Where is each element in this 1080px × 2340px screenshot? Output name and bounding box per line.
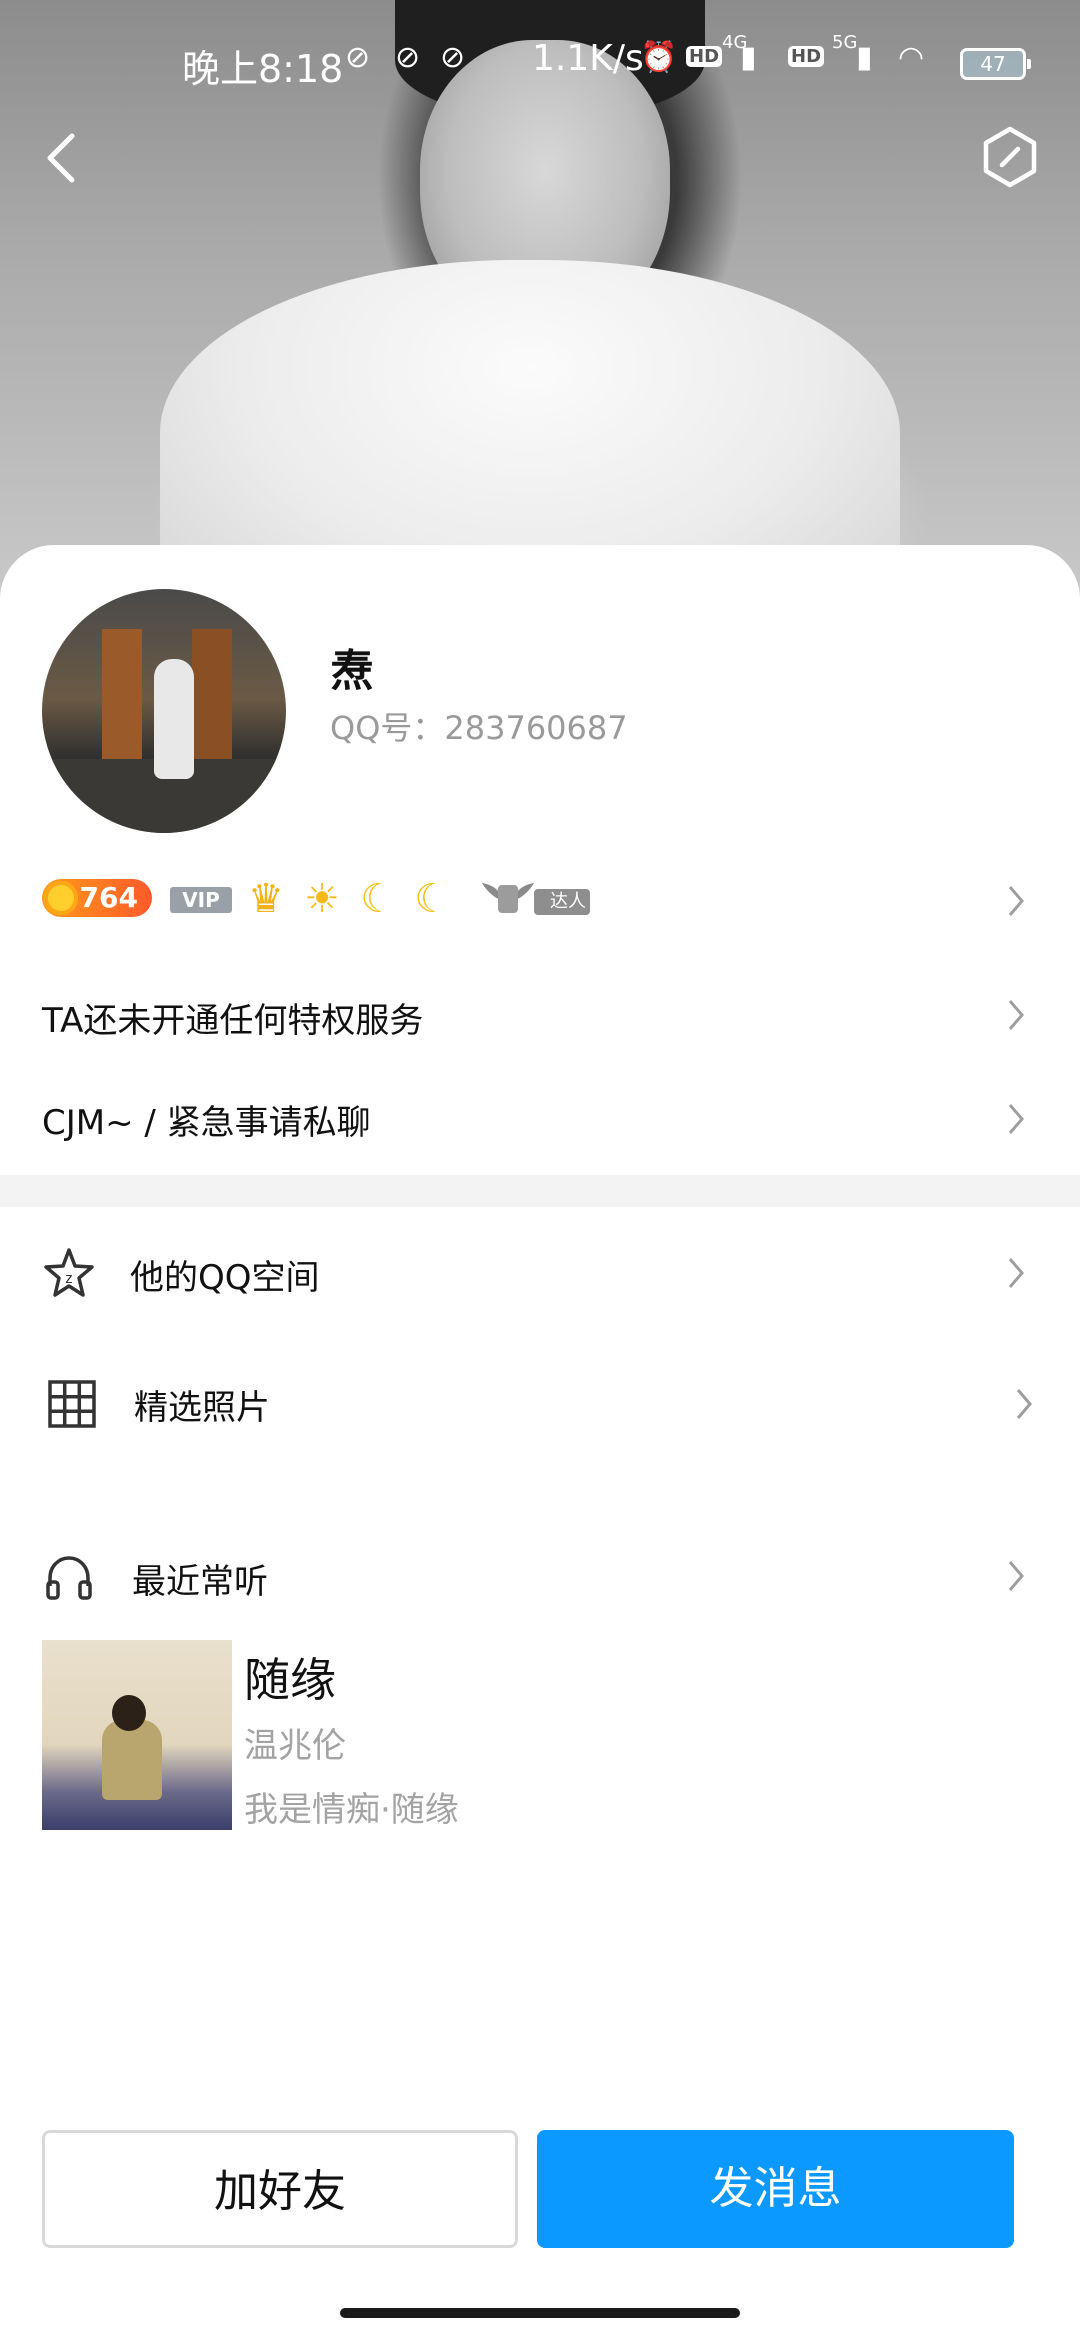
star-icon: z <box>44 1248 94 1297</box>
album-cover[interactable] <box>42 1640 232 1830</box>
wifi-icon: ◠ <box>898 40 925 75</box>
crown-icon: ♛ <box>248 876 284 922</box>
status-time: 晚上8:18 <box>182 47 344 91</box>
level-badge: 764 <box>42 879 152 917</box>
grid-icon <box>48 1380 96 1428</box>
vip-badge: VIP <box>170 887 232 913</box>
qzone-row[interactable]: 他的QQ空间 <box>130 1250 320 1299</box>
headphones-icon <box>46 1556 92 1600</box>
song-artist: 温兆伦 <box>244 1726 346 1766</box>
moon-icon: ☾ <box>414 876 450 922</box>
wing-badge-icon <box>482 883 534 913</box>
hexagon-settings-icon[interactable] <box>980 125 1040 189</box>
send-message-button[interactable]: 发消息 <box>537 2130 1014 2248</box>
album-cover-figure <box>112 1695 146 1731</box>
svg-text:z: z <box>65 1270 73 1287</box>
badge-row[interactable]: 764 VIP ♛ ☀ ☾ ☾ 达人 <box>42 875 1042 925</box>
chevron-right-icon <box>1008 1258 1024 1288</box>
signal-icon: ▮ <box>856 40 873 75</box>
daren-badge: 达人 <box>534 889 590 915</box>
notification-icon: ⊘ <box>395 40 421 75</box>
recent-music-row[interactable]: 最近常听 <box>132 1554 268 1603</box>
privilege-row[interactable]: TA还未开通任何特权服务 <box>42 993 423 1042</box>
chevron-right-icon <box>1008 1104 1024 1134</box>
home-indicator[interactable] <box>340 2308 740 2318</box>
hd-icon: HD <box>686 46 723 67</box>
alarm-icon: ⏰ <box>640 40 678 75</box>
avatar[interactable] <box>42 589 286 833</box>
qq-number: QQ号：283760687 <box>330 709 628 747</box>
hd-icon: HD <box>788 46 825 67</box>
moon-icon: ☾ <box>360 876 396 922</box>
network-5g-label: 5G <box>832 32 858 53</box>
profile-card: 焘 QQ号：283760687 764 VIP ♛ ☀ ☾ ☾ 达人 TA还未开… <box>0 545 1080 2340</box>
photos-row[interactable]: 精选照片 <box>134 1380 270 1429</box>
add-friend-button[interactable]: 加好友 <box>42 2130 518 2248</box>
song-album: 我是情痴·随缘 <box>244 1790 459 1830</box>
album-cover-figure <box>102 1720 162 1800</box>
network-speed: 1.1K/s <box>532 38 644 79</box>
avatar-detail <box>192 629 232 769</box>
chevron-right-icon <box>1016 1389 1032 1419</box>
sun-icon: ☀ <box>304 876 340 922</box>
status-bar: 晚上8:18 ⊘ ⊘ ⊘ 1.1K/s ⏰ HD 4G ▮ HD 5G ▮ ◠ … <box>0 30 1080 91</box>
back-arrow-icon[interactable] <box>32 120 88 196</box>
signature-row[interactable]: CJM~ / 紧急事请私聊 <box>42 1095 371 1144</box>
avatar-detail <box>154 659 194 779</box>
section-divider <box>0 1175 1080 1207</box>
song-title[interactable]: 随缘 <box>244 1644 336 1710</box>
chevron-right-icon <box>1008 1561 1024 1591</box>
avatar-detail <box>102 629 142 769</box>
notification-icon: ⊘ <box>345 40 371 75</box>
notification-icon: ⊘ <box>440 40 466 75</box>
signal-icon: ▮ <box>740 40 757 75</box>
chevron-right-icon <box>1008 886 1024 916</box>
battery-icon: 47 <box>960 48 1031 80</box>
profile-name: 焘 <box>330 646 374 697</box>
profile-cover-photo[interactable] <box>0 0 1080 620</box>
album-cover-text-art <box>142 1652 222 1712</box>
chevron-right-icon <box>1008 1000 1024 1030</box>
